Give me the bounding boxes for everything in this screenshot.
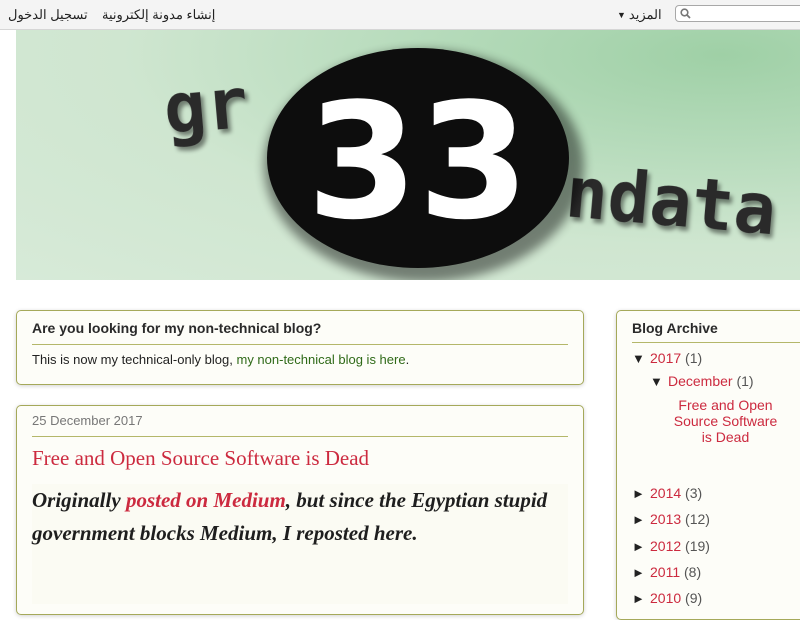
search-input[interactable] bbox=[696, 6, 800, 21]
archive-year-row: ► 2014 (3) bbox=[632, 485, 702, 501]
medium-link[interactable]: posted on Medium bbox=[126, 488, 286, 512]
blog-logo: gr ndata 33 bbox=[160, 48, 780, 280]
blog-archive-widget: Blog Archive ▼ 2017 (1) ▼ December (1) Fre… bbox=[616, 310, 800, 620]
notice-text: This is now my technical-only blog, my n… bbox=[32, 352, 409, 367]
more-menu[interactable]: ▼ المزيد bbox=[617, 7, 662, 23]
notice-widget: Are you looking for my non-technical blo… bbox=[16, 310, 584, 385]
logo-text-left: gr bbox=[160, 62, 251, 151]
archive-count: (3) bbox=[685, 485, 703, 501]
notice-title: Are you looking for my non-technical blo… bbox=[32, 320, 322, 336]
expand-toggle-icon[interactable]: ► bbox=[632, 486, 650, 501]
post-body: Originally posted on Medium, but since t… bbox=[32, 484, 568, 604]
archive-count: (19) bbox=[685, 538, 710, 554]
more-label: المزيد bbox=[628, 7, 662, 22]
search-box[interactable] bbox=[675, 5, 800, 22]
archive-count: (1) bbox=[685, 350, 703, 366]
navbar: تسجيل الدخول إنشاء مدونة إلكترونية ▼ المز… bbox=[0, 0, 800, 30]
search-icon bbox=[680, 8, 691, 19]
notice-text-prefix: This is now my technical-only blog, bbox=[32, 352, 237, 367]
archive-year-row: ► 2013 (12) bbox=[632, 511, 710, 527]
notice-text-suffix: . bbox=[405, 352, 410, 367]
archive-count: (1) bbox=[736, 373, 754, 389]
archive-month-link[interactable]: December bbox=[668, 373, 733, 389]
post-card: 25 December 2017 Free and Open Source So… bbox=[16, 405, 584, 615]
expand-toggle-icon[interactable]: ► bbox=[632, 539, 650, 554]
archive-year-link[interactable]: 2014 bbox=[650, 485, 681, 501]
post-intro-prefix: Originally bbox=[32, 488, 126, 512]
divider bbox=[632, 342, 800, 343]
archive-count: (12) bbox=[685, 511, 710, 527]
archive-year-row: ► 2010 (9) bbox=[632, 590, 702, 606]
archive-count: (9) bbox=[685, 590, 703, 606]
logo-number: 33 bbox=[307, 68, 530, 255]
archive-year-link[interactable]: 2017 bbox=[650, 350, 681, 366]
archive-year-link[interactable]: 2013 bbox=[650, 511, 681, 527]
collapse-toggle-icon[interactable]: ▼ bbox=[632, 351, 650, 366]
post-intro: Originally posted on Medium, but since t… bbox=[32, 484, 568, 550]
divider bbox=[32, 344, 568, 345]
expand-toggle-icon[interactable]: ► bbox=[632, 591, 650, 606]
divider bbox=[32, 436, 568, 437]
post-title-link[interactable]: Free and Open Source Software is Dead bbox=[32, 446, 369, 471]
post-date: 25 December 2017 bbox=[32, 413, 143, 428]
non-technical-blog-link[interactable]: my non-technical blog is here bbox=[236, 352, 405, 367]
archive-year-link[interactable]: 2011 bbox=[650, 564, 680, 580]
expand-toggle-icon[interactable]: ► bbox=[632, 565, 650, 580]
archive-post-link[interactable]: Free and Open Source Software is Dead bbox=[668, 397, 783, 445]
archive-month-december: ▼ December (1) bbox=[650, 373, 754, 389]
logo-text-right: ndata bbox=[563, 151, 780, 251]
archive-year-2017: ▼ 2017 (1) bbox=[632, 350, 702, 366]
archive-title: Blog Archive bbox=[632, 320, 718, 336]
archive-count: (8) bbox=[684, 564, 702, 580]
archive-year-link[interactable]: 2012 bbox=[650, 538, 681, 554]
caret-down-icon: ▼ bbox=[617, 10, 626, 20]
sign-in-link[interactable]: تسجيل الدخول bbox=[8, 7, 88, 23]
collapse-toggle-icon[interactable]: ▼ bbox=[650, 374, 668, 389]
expand-toggle-icon[interactable]: ► bbox=[632, 512, 650, 527]
archive-year-link[interactable]: 2010 bbox=[650, 590, 681, 606]
create-blog-link[interactable]: إنشاء مدونة إلكترونية bbox=[102, 7, 215, 23]
archive-year-row: ► 2011 (8) bbox=[632, 564, 701, 580]
archive-year-row: ► 2012 (19) bbox=[632, 538, 710, 554]
blog-header[interactable]: gr ndata 33 bbox=[16, 30, 800, 280]
